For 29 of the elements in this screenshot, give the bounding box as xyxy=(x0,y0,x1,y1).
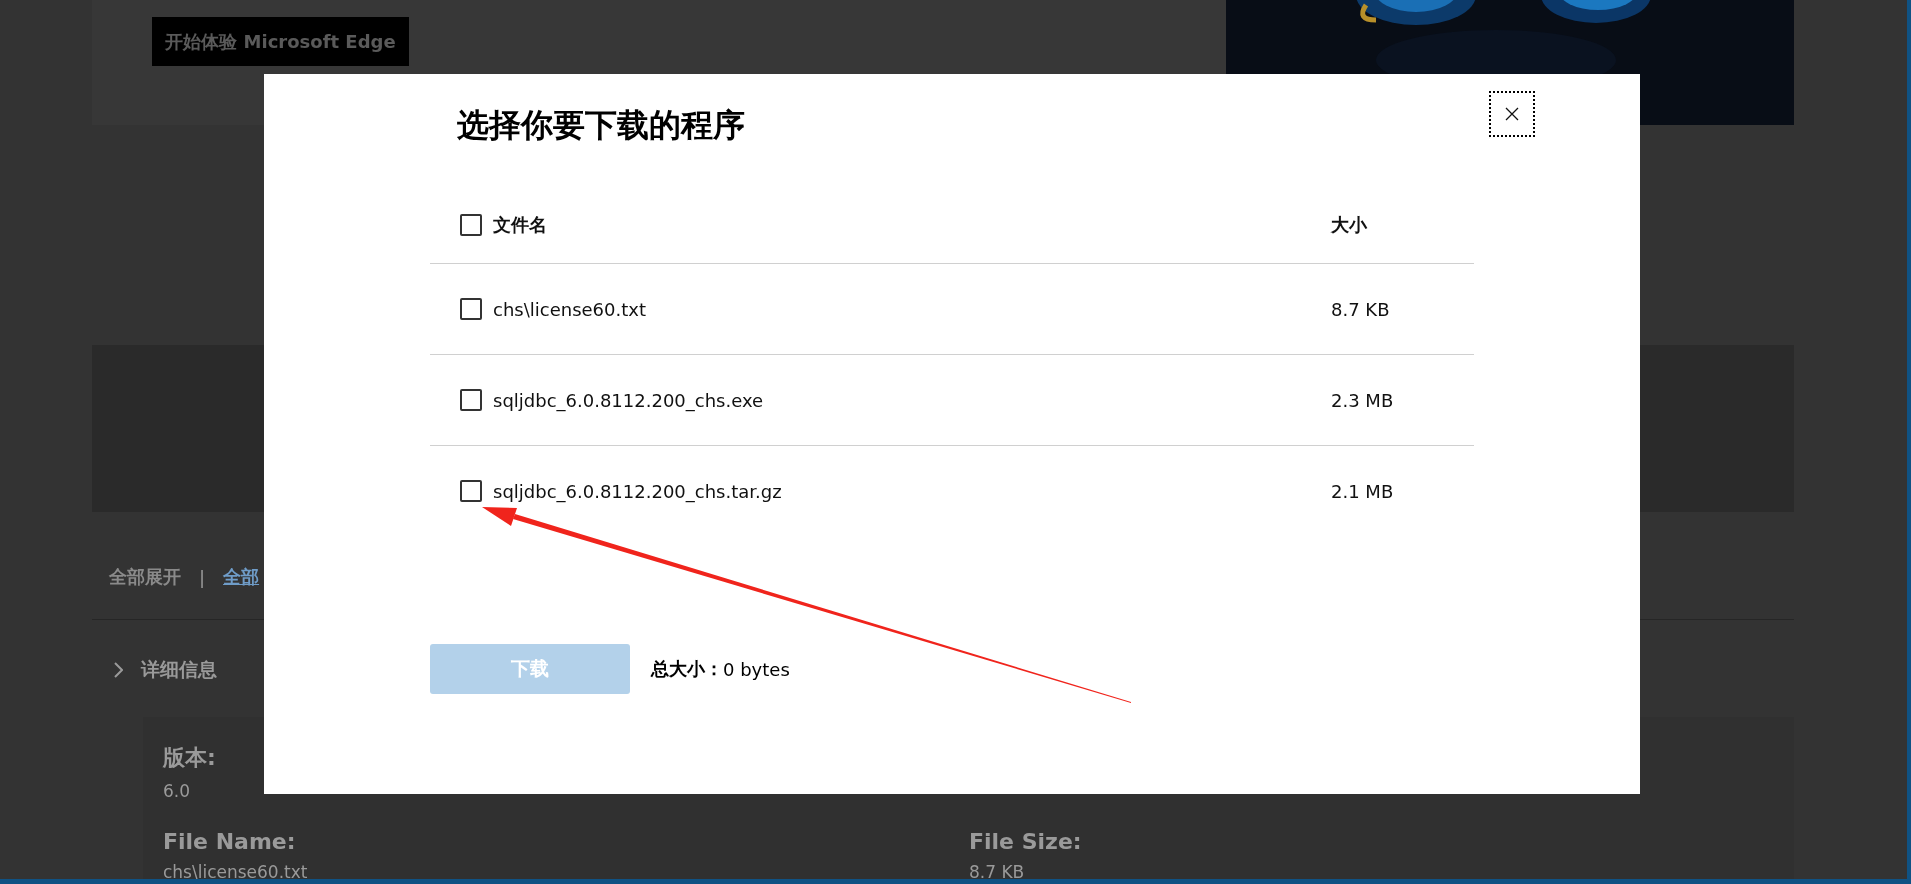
chevron-icon xyxy=(113,662,123,678)
close-icon xyxy=(1505,107,1519,121)
column-header: 文件名 xyxy=(493,212,548,237)
details-toggle[interactable]: 详细信息 xyxy=(141,657,217,683)
select-all-checkbox[interactable] xyxy=(460,213,482,236)
edge-button[interactable]: 开始体验 Microsoft Edge xyxy=(152,17,409,66)
detail-label: File Name: xyxy=(163,829,297,854)
total-size-value: 0 bytes xyxy=(723,658,790,680)
file-checkbox[interactable] xyxy=(460,480,482,502)
file-name: sqljdbc_6.0.8112.200_chs.exe xyxy=(493,389,765,411)
file-size: 2.1 MB xyxy=(1331,480,1395,502)
detail-value: 6.0 xyxy=(163,781,192,801)
total-size-label: 总大小： xyxy=(651,657,723,681)
separator: | xyxy=(199,566,206,588)
file-name: sqljdbc_6.0.8112.200_chs.tar.gz xyxy=(493,480,783,502)
file-name: chs\license60.txt xyxy=(493,298,647,320)
expand-all-link[interactable]: 全部展开 xyxy=(109,565,181,589)
detail-label: 版本: xyxy=(163,744,217,772)
file-size: 8.7 KB xyxy=(1331,298,1391,320)
column-header: 大小 xyxy=(1331,212,1368,237)
close-button[interactable] xyxy=(1489,91,1535,137)
collapse-all-link[interactable]: 全部 xyxy=(223,565,260,589)
detail-value: chs\license60.txt xyxy=(163,862,309,882)
dialog-title: 选择你要下载的程序 xyxy=(457,105,745,146)
detail-value: 8.7 KB xyxy=(969,862,1026,882)
file-checkbox[interactable] xyxy=(460,298,482,320)
file-size: 2.3 MB xyxy=(1331,389,1395,411)
file-checkbox[interactable] xyxy=(460,389,482,411)
detail-label: File Size: xyxy=(969,829,1083,854)
